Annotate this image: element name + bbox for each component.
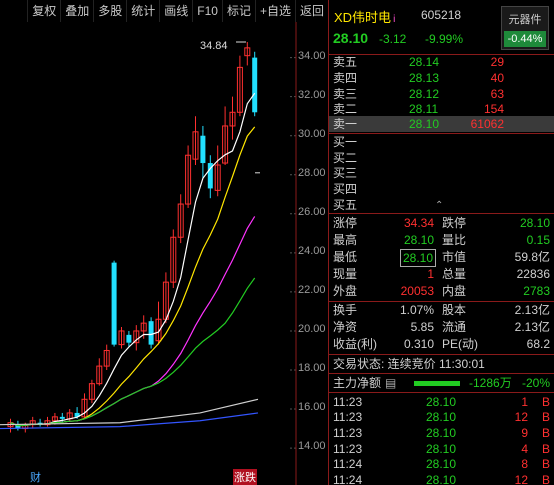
ma-line-120 <box>0 398 259 426</box>
ask-row[interactable]: 卖五 28.14 29 <box>329 54 554 70</box>
toolbar-fuquan-button[interactable]: 复权 <box>27 0 60 22</box>
toolbar-add-watchlist-button[interactable]: +自选 <box>254 0 295 22</box>
stock-price: 28.10 <box>333 30 369 46</box>
toolbar-overlay-button[interactable]: 叠加 <box>60 0 93 22</box>
stats-row: 涨停 34.34 跌停 28.10 <box>333 216 550 230</box>
tick-row: 11:23 28.10 9 B <box>333 426 550 440</box>
toolbar-mark-button[interactable]: 标记 <box>221 0 255 22</box>
divider <box>329 392 554 393</box>
ask-row[interactable]: 卖四 28.13 40 <box>329 70 554 86</box>
toolbar-f10-button[interactable]: F10 <box>192 0 222 22</box>
divider <box>329 354 554 355</box>
bid-row[interactable]: 买三 <box>329 165 554 181</box>
finance-marker[interactable]: 财 <box>30 469 41 485</box>
tick-row: 11:24 28.10 12 B <box>333 473 550 485</box>
y-tick-label: 24.00 <box>298 245 326 257</box>
y-tick-label: 28.00 <box>298 167 326 179</box>
limit-marker[interactable]: 涨跌 <box>233 469 257 485</box>
y-tick-label: 26.00 <box>298 206 326 218</box>
candle-body <box>252 57 258 113</box>
candle-body <box>200 135 206 164</box>
stats-row: 收益(利) 0.310 PE(动) 68.2 <box>333 337 550 351</box>
stats-row: 最高 28.10 量比 0.15 <box>333 233 550 247</box>
main-flow-value: -1286万 <box>469 376 512 390</box>
bid-row[interactable]: 买一 <box>329 134 554 150</box>
toolbar-draw-button[interactable]: 画线 <box>159 0 192 22</box>
tick-row: 11:24 28.10 8 B <box>333 457 550 471</box>
chart-toolbar: 复权 叠加 多股 统计 画线 F10 标记 +自选 返回 <box>0 0 328 22</box>
divider <box>329 213 554 214</box>
candle-body <box>126 334 132 343</box>
stats-row: 最低 28.10 市值 59.8亿 <box>333 249 550 267</box>
sector-label: 元器件 <box>508 14 542 26</box>
stock-code: 605218 <box>421 8 462 22</box>
stats-row: 现量 1 总量 22836 <box>333 267 550 281</box>
y-tick-label: 14.00 <box>298 440 326 452</box>
divider <box>329 373 554 374</box>
y-tick-label: 32.00 <box>298 89 326 101</box>
ask-row[interactable]: 卖一 28.10 61062 <box>329 116 554 132</box>
y-tick-label: 22.00 <box>298 284 326 296</box>
stock-header: XD伟时电 i 605218 28.10 -3.12 -9.99% 元器件 -0.… <box>329 0 554 56</box>
main-flow-pct: -20% <box>521 376 550 390</box>
sector-button[interactable]: 元器件 -0.44% <box>501 6 549 50</box>
ma-line-60 <box>0 412 259 430</box>
tick-row: 11:23 28.10 4 B <box>333 442 550 456</box>
stats-row: 净资 5.85 流通 2.13亿 <box>333 320 550 334</box>
sector-value: -0.44% <box>504 31 546 47</box>
peak-price-label: 34.84 <box>200 40 228 52</box>
y-tick-label: 30.00 <box>298 128 326 140</box>
stock-name[interactable]: XD伟时电 i <box>334 7 395 26</box>
tick-row: 11:23 28.10 1 B <box>333 395 550 409</box>
toolbar-back-button[interactable]: 返回 <box>294 0 328 22</box>
y-tick-label: 18.00 <box>298 362 326 374</box>
info-icon[interactable]: i <box>393 14 395 25</box>
toolbar-multistock-button[interactable]: 多股 <box>93 0 126 22</box>
toolbar-stats-button[interactable]: 统计 <box>126 0 159 22</box>
bid-row[interactable]: 买四 <box>329 181 554 197</box>
candle-body <box>111 262 117 345</box>
bid-row[interactable]: 买二 <box>329 150 554 166</box>
ask-row[interactable]: 卖二 28.11 154 <box>329 101 554 117</box>
tick-row: 11:23 28.10 12 B <box>333 410 550 424</box>
flow-icon[interactable]: ▤ <box>385 375 396 391</box>
main-flow-bar <box>414 381 460 386</box>
y-tick-label: 16.00 <box>298 401 326 413</box>
ma-line-30 <box>10 277 256 427</box>
stats-row: 换手 1.07% 股本 2.13亿 <box>333 303 550 317</box>
kline-chart[interactable]: 34.00 32.00 30.00 28.00 26.00 24.00 22.0… <box>0 22 328 485</box>
stats-row: 外盘 20053 内盘 2783 <box>333 284 550 298</box>
collapse-caret-icon[interactable]: ⌃ <box>435 200 443 211</box>
ask-row[interactable]: 卖三 28.12 63 <box>329 86 554 102</box>
y-tick-label: 20.00 <box>298 323 326 335</box>
y-tick-label: 34.00 <box>298 50 326 62</box>
stock-change-pct: -9.99% <box>425 32 464 46</box>
quote-panel: XD伟时电 i 605218 28.10 -3.12 -9.99% 元器件 -0.… <box>329 0 554 485</box>
stock-change: -3.12 <box>379 32 407 46</box>
ma-line-5 <box>10 92 256 427</box>
kline-canvas[interactable] <box>0 22 328 485</box>
candle-body <box>59 416 65 419</box>
trade-status: 交易状态: 连续竞价 11:30:01 <box>333 357 485 371</box>
candle-body <box>148 321 154 345</box>
